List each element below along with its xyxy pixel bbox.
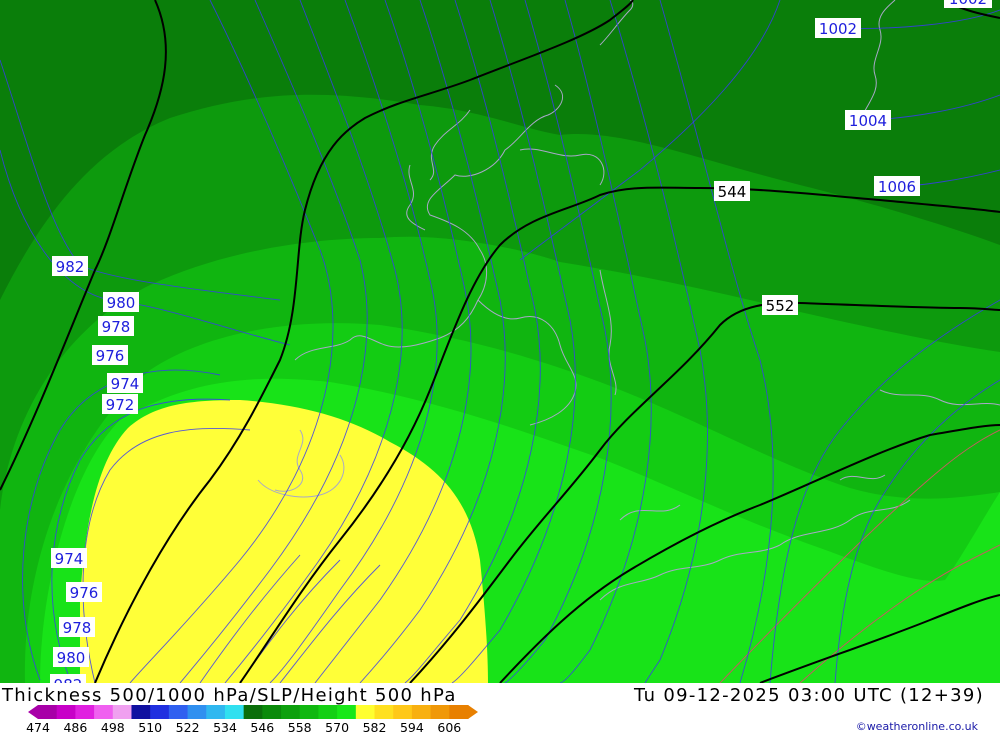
legend-swatch bbox=[56, 705, 76, 719]
legend-swatch bbox=[299, 705, 319, 719]
legend-swatch bbox=[75, 705, 95, 719]
legend-arrow-right bbox=[468, 705, 478, 719]
isobar-label: 1006 bbox=[874, 176, 920, 196]
svg-text:1002: 1002 bbox=[819, 20, 857, 38]
valid-time: Tu 09-12-2025 03:00 UTC (12+39) bbox=[634, 685, 984, 706]
legend-swatch bbox=[112, 705, 132, 719]
legend-swatch bbox=[430, 705, 450, 719]
isobar-label: 972 bbox=[102, 394, 138, 414]
isobar-label: 976 bbox=[92, 345, 128, 365]
legend-swatch bbox=[206, 705, 226, 719]
map-title: Thickness 500/1000 hPa/SLP/Height 500 hP… bbox=[2, 685, 457, 706]
isobar-label: 982 bbox=[52, 256, 88, 276]
legend-swatch bbox=[318, 705, 338, 719]
legend-swatch bbox=[187, 705, 207, 719]
color-legend: 474 486 498 510 522 534 546 558 570 582 594 606 bbox=[26, 705, 478, 735]
thickness-label: 552 bbox=[762, 295, 798, 315]
isobar-label: 980 bbox=[103, 292, 139, 312]
isobar-label: 1002 bbox=[944, 0, 992, 8]
svg-text:978: 978 bbox=[102, 318, 131, 336]
isobar-label: 1004 bbox=[845, 110, 891, 130]
legend-swatch bbox=[38, 705, 58, 719]
legend-swatch bbox=[150, 705, 170, 719]
map-footer: Thickness 500/1000 hPa/SLP/Height 500 hP… bbox=[0, 683, 1000, 735]
svg-text:544: 544 bbox=[718, 183, 747, 201]
isobar-label: 978 bbox=[59, 617, 95, 637]
isobar-label: 1002 bbox=[815, 18, 861, 38]
legend-swatch bbox=[262, 705, 282, 719]
legend-swatch bbox=[224, 705, 245, 719]
svg-text:552: 552 bbox=[766, 297, 795, 315]
svg-text:982: 982 bbox=[56, 258, 85, 276]
legend-swatch bbox=[337, 705, 357, 719]
svg-text:972: 972 bbox=[106, 396, 135, 414]
legend-swatch bbox=[94, 705, 114, 719]
svg-text:976: 976 bbox=[96, 347, 125, 365]
svg-text:1006: 1006 bbox=[878, 178, 916, 196]
weather-map: 1002 1004 1006 982 980 978 976 974 972 9… bbox=[0, 0, 1000, 683]
svg-text:1002: 1002 bbox=[949, 0, 987, 8]
svg-text:976: 976 bbox=[70, 584, 99, 602]
legend-arrow-left bbox=[28, 705, 38, 719]
svg-text:980: 980 bbox=[107, 294, 136, 312]
legend-swatch bbox=[449, 705, 469, 719]
thickness-label: 544 bbox=[714, 181, 750, 201]
isobar-label: 982 bbox=[50, 674, 86, 683]
isobar-label: 980 bbox=[53, 647, 89, 667]
legend-colorbar bbox=[28, 705, 478, 719]
svg-text:974: 974 bbox=[111, 375, 140, 393]
legend-swatch bbox=[281, 705, 301, 719]
legend-swatch bbox=[393, 705, 413, 719]
isobar-label: 978 bbox=[98, 316, 134, 336]
credit-link[interactable]: ©weatheronline.co.uk bbox=[856, 720, 978, 733]
svg-text:1004: 1004 bbox=[849, 112, 887, 130]
legend-swatch bbox=[374, 705, 394, 719]
svg-text:980: 980 bbox=[57, 649, 86, 667]
legend-swatch bbox=[131, 705, 151, 719]
isobar-label: 976 bbox=[66, 582, 102, 602]
legend-swatch bbox=[355, 705, 376, 719]
legend-swatch bbox=[411, 705, 432, 719]
legend-swatch bbox=[168, 705, 189, 719]
isobar-label: 974 bbox=[107, 373, 143, 393]
svg-text:978: 978 bbox=[63, 619, 92, 637]
legend-swatch bbox=[243, 705, 263, 719]
svg-text:982: 982 bbox=[54, 676, 83, 683]
svg-text:974: 974 bbox=[55, 550, 84, 568]
isobar-label: 974 bbox=[51, 548, 87, 568]
